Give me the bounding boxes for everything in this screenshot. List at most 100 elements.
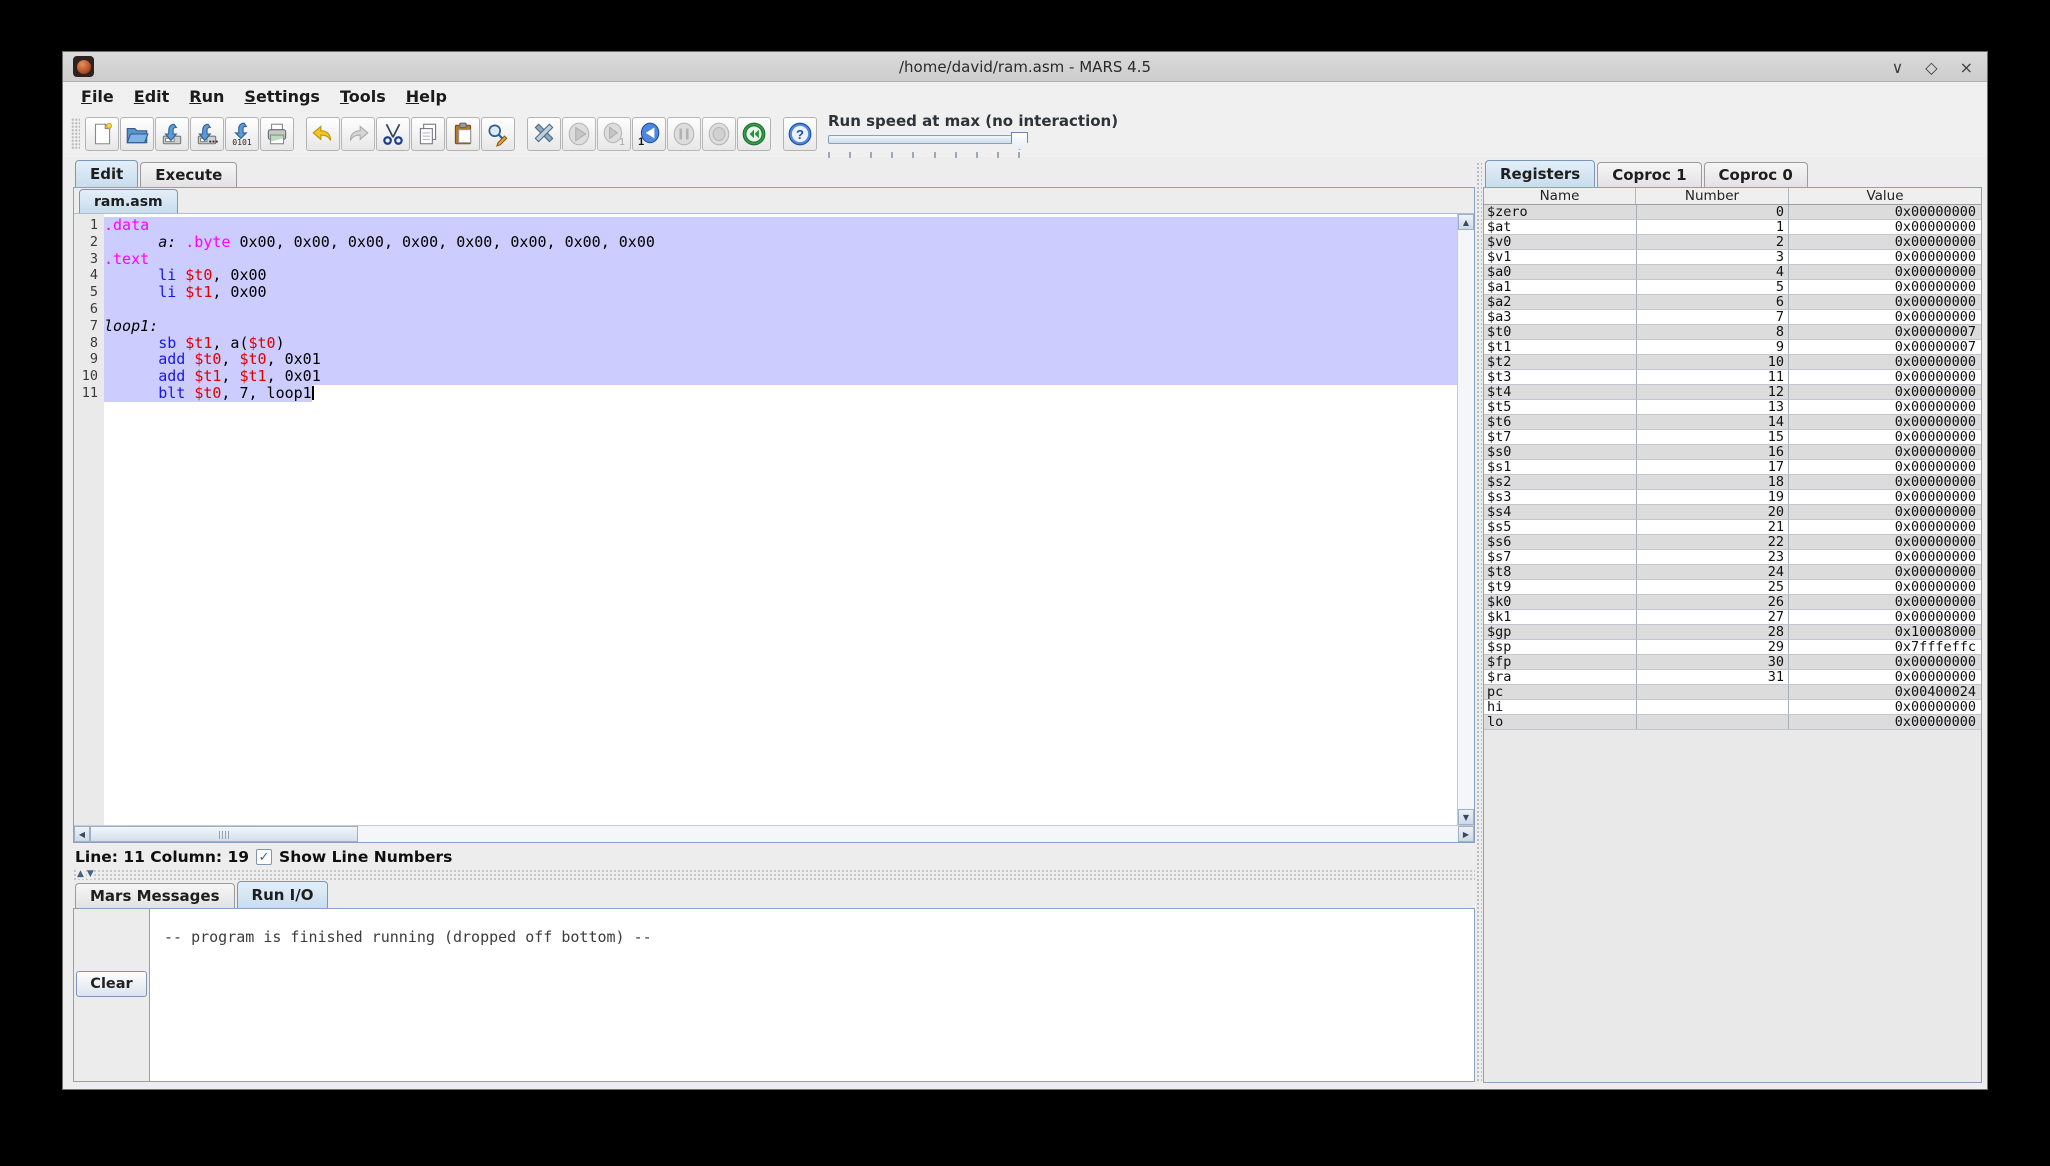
code-line[interactable]: li $t0, 0x00 — [104, 267, 1457, 285]
menu-file[interactable]: File — [71, 84, 124, 109]
menu-settings[interactable]: Settings — [234, 84, 330, 109]
run-speed-thumb[interactable] — [1011, 132, 1028, 150]
register-row[interactable]: $s5 21 0x00000000 — [1484, 520, 1981, 535]
register-row[interactable]: $t2 10 0x00000000 — [1484, 355, 1981, 370]
help-button[interactable]: ? — [783, 117, 817, 151]
register-row[interactable]: $ra 31 0x00000000 — [1484, 670, 1981, 685]
register-row[interactable]: $zero 0 0x00000000 — [1484, 205, 1981, 220]
file-tab-ram-asm[interactable]: ram.asm — [79, 189, 178, 213]
menu-help[interactable]: Help — [396, 84, 457, 109]
show-line-numbers-checkbox[interactable]: ✓ — [256, 849, 273, 865]
register-row[interactable]: $v0 2 0x00000000 — [1484, 235, 1981, 250]
code-editor[interactable]: .data a: .byte 0x00, 0x00, 0x00, 0x00, 0… — [104, 214, 1457, 825]
register-row[interactable]: $t8 24 0x00000000 — [1484, 565, 1981, 580]
register-row[interactable]: $s0 16 0x00000000 — [1484, 445, 1981, 460]
tab-execute[interactable]: Execute — [140, 162, 238, 187]
menu-edit[interactable]: Edit — [124, 84, 180, 109]
register-row[interactable]: $a2 6 0x00000000 — [1484, 295, 1981, 310]
register-row[interactable]: $t9 25 0x00000000 — [1484, 580, 1981, 595]
splitter-down-icon[interactable]: ▼ — [86, 870, 94, 879]
menu-tools[interactable]: Tools — [330, 84, 396, 109]
register-row[interactable]: $t0 8 0x00000007 — [1484, 325, 1981, 340]
new-file-button[interactable] — [85, 117, 119, 151]
assemble-button[interactable] — [527, 117, 561, 151]
register-row[interactable]: $k1 27 0x00000000 — [1484, 610, 1981, 625]
register-row[interactable]: hi 0x00000000 — [1484, 700, 1981, 715]
register-row[interactable]: $a3 7 0x00000000 — [1484, 310, 1981, 325]
save-as-button[interactable] — [190, 117, 224, 151]
horizontal-splitter[interactable]: ▲ ▼ — [73, 869, 1475, 880]
register-row[interactable]: $t6 14 0x00000000 — [1484, 415, 1981, 430]
register-row[interactable]: $t7 15 0x00000000 — [1484, 430, 1981, 445]
tab-run-i-o[interactable]: Run I/O — [236, 881, 329, 908]
scroll-left-icon[interactable]: ◀ — [74, 826, 90, 842]
backstep-button[interactable]: 1 — [632, 117, 666, 151]
toolbar-grip[interactable] — [71, 118, 80, 150]
find-replace-button[interactable] — [481, 117, 515, 151]
register-row[interactable]: $s1 17 0x00000000 — [1484, 460, 1981, 475]
cut-button[interactable] — [376, 117, 410, 151]
register-row[interactable]: $s6 22 0x00000000 — [1484, 535, 1981, 550]
reset-button[interactable] — [737, 117, 771, 151]
minimize-icon[interactable]: ∨ — [1892, 58, 1904, 77]
code-line[interactable]: add $t1, $t1, 0x01 — [104, 368, 1457, 385]
run-io-output[interactable]: -- program is finished running (dropped … — [150, 909, 1474, 1081]
code-line[interactable]: add $t0, $t0, 0x01 — [104, 351, 1457, 369]
register-row[interactable]: pc 0x00400024 — [1484, 685, 1981, 700]
register-row[interactable]: $t3 11 0x00000000 — [1484, 370, 1981, 385]
code-line[interactable]: blt $t0, 7, loop1 — [104, 383, 1457, 402]
register-row[interactable]: $fp 30 0x00000000 — [1484, 655, 1981, 670]
code-line[interactable]: li $t1, 0x00 — [104, 284, 1457, 301]
splitter-up-icon[interactable]: ▲ — [77, 870, 84, 879]
register-row[interactable]: $s3 19 0x00000000 — [1484, 490, 1981, 505]
code-line[interactable]: sb $t1, a($t0) — [104, 334, 1457, 352]
undo-button[interactable] — [306, 117, 340, 151]
editor-vertical-scrollbar[interactable]: ▲ ▼ — [1457, 214, 1474, 825]
code-line[interactable]: a: .byte 0x00, 0x00, 0x00, 0x00, 0x00, 0… — [104, 233, 1457, 251]
open-button[interactable] — [120, 117, 154, 151]
horizontal-scroll-thumb[interactable] — [90, 826, 358, 842]
register-row[interactable]: lo 0x00000000 — [1484, 715, 1981, 730]
redo-button[interactable] — [341, 117, 375, 151]
menu-run[interactable]: Run — [179, 84, 234, 109]
register-row[interactable]: $gp 28 0x10008000 — [1484, 625, 1981, 640]
code-line[interactable]: .data — [104, 217, 1457, 234]
maximize-icon[interactable]: ◇ — [1925, 58, 1937, 77]
register-row[interactable]: $k0 26 0x00000000 — [1484, 595, 1981, 610]
register-row[interactable]: $v1 3 0x00000000 — [1484, 250, 1981, 265]
close-icon[interactable]: × — [1960, 58, 1973, 77]
editor-horizontal-scrollbar[interactable]: ◀ ▶ — [74, 825, 1474, 842]
copy-button[interactable] — [411, 117, 445, 151]
save-button[interactable] — [155, 117, 189, 151]
register-row[interactable]: $t4 12 0x00000000 — [1484, 385, 1981, 400]
print-button[interactable] — [260, 117, 294, 151]
code-line[interactable]: .text — [104, 250, 1457, 268]
code-line[interactable]: loop1: — [104, 317, 1457, 335]
register-row[interactable]: $a0 4 0x00000000 — [1484, 265, 1981, 280]
register-row[interactable]: $sp 29 0x7fffeffc — [1484, 640, 1981, 655]
tab-coproc-1[interactable]: Coproc 1 — [1597, 162, 1702, 187]
title-bar[interactable]: /home/david/ram.asm - MARS 4.5 ∨ ◇ × — [63, 52, 1987, 82]
register-row[interactable]: $t1 9 0x00000007 — [1484, 340, 1981, 355]
run-speed-slider[interactable] — [828, 131, 1028, 150]
dump-memory-button[interactable]: 0101 — [225, 117, 259, 151]
register-row[interactable]: $s2 18 0x00000000 — [1484, 475, 1981, 490]
tab-mars-messages[interactable]: Mars Messages — [75, 883, 235, 908]
step-button[interactable]: 1 — [597, 117, 631, 151]
scroll-up-icon[interactable]: ▲ — [1458, 214, 1474, 230]
register-row[interactable]: $at 1 0x00000000 — [1484, 220, 1981, 235]
clear-button[interactable]: Clear — [76, 971, 147, 997]
paste-button[interactable] — [446, 117, 480, 151]
code-line[interactable] — [104, 300, 1457, 318]
register-row[interactable]: $s4 20 0x00000000 — [1484, 505, 1981, 520]
register-row[interactable]: $s7 23 0x00000000 — [1484, 550, 1981, 565]
tab-registers[interactable]: Registers — [1485, 160, 1596, 187]
register-row[interactable]: $a1 5 0x00000000 — [1484, 280, 1981, 295]
tab-coproc-0[interactable]: Coproc 0 — [1703, 162, 1808, 187]
scroll-right-icon[interactable]: ▶ — [1458, 826, 1474, 842]
vertical-splitter[interactable] — [1476, 162, 1482, 1083]
stop-button[interactable] — [702, 117, 736, 151]
pause-button[interactable] — [667, 117, 701, 151]
register-row[interactable]: $t5 13 0x00000000 — [1484, 400, 1981, 415]
run-button[interactable] — [562, 117, 596, 151]
